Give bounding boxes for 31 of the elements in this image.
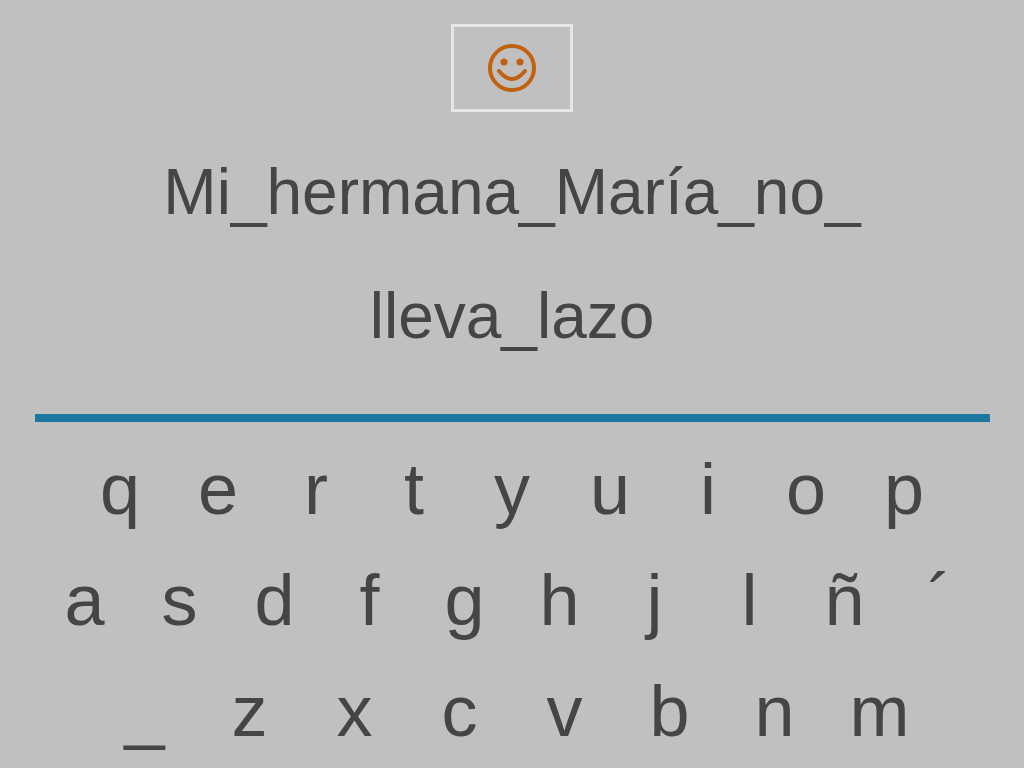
sentence-text: Mi_hermana_María_no_ bbox=[163, 155, 861, 230]
letter-key[interactable]: q bbox=[71, 444, 169, 534]
letter-key[interactable]: g bbox=[417, 555, 512, 645]
letter-key[interactable]: ñ bbox=[797, 555, 892, 645]
smiley-button[interactable] bbox=[451, 24, 573, 112]
letter-key[interactable]: r bbox=[267, 444, 365, 534]
letter-key[interactable]: i bbox=[659, 444, 757, 534]
letter-key[interactable]: x bbox=[302, 666, 407, 756]
sentence-text: lleva_lazo bbox=[369, 279, 655, 354]
letter-key[interactable]: h bbox=[512, 555, 607, 645]
letter-key[interactable]: y bbox=[463, 444, 561, 534]
letter-key[interactable]: v bbox=[512, 666, 617, 756]
letter-key[interactable]: z bbox=[197, 666, 302, 756]
letter-key[interactable]: l bbox=[702, 555, 797, 645]
letter-key[interactable]: f bbox=[322, 555, 417, 645]
letter-key[interactable]: a bbox=[37, 555, 132, 645]
letter-key[interactable]: n bbox=[722, 666, 827, 756]
letter-key[interactable]: c bbox=[407, 666, 512, 756]
letter-key[interactable]: b bbox=[617, 666, 722, 756]
letter-key[interactable]: t bbox=[365, 444, 463, 534]
letter-key[interactable]: j bbox=[607, 555, 702, 645]
letter-key[interactable]: m bbox=[827, 666, 932, 756]
letter-key[interactable]: _ bbox=[92, 666, 197, 756]
letter-key[interactable]: o bbox=[757, 444, 855, 534]
letter-key[interactable]: ´ bbox=[892, 555, 987, 645]
letter-key[interactable]: p bbox=[855, 444, 953, 534]
letter-key[interactable]: s bbox=[132, 555, 227, 645]
smiley-icon bbox=[487, 43, 537, 93]
letter-key[interactable]: u bbox=[561, 444, 659, 534]
letter-key[interactable]: d bbox=[227, 555, 322, 645]
letter-key[interactable]: e bbox=[169, 444, 267, 534]
